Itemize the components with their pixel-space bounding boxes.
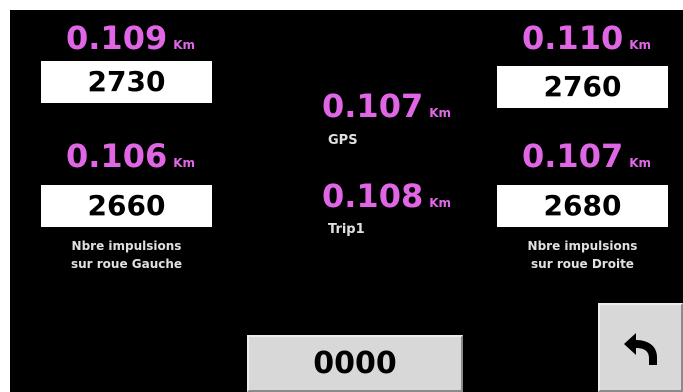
left-bottom-distance: 0.106 Km: [66, 140, 195, 172]
left-bottom-count-field[interactable]: 2660: [41, 185, 212, 227]
left-caption-line1: Nbre impulsions: [71, 239, 182, 253]
left-caption-line2: sur roue Gauche: [70, 257, 183, 271]
gps-distance-unit: Km: [429, 106, 452, 120]
left-bottom-distance-value: 0.106: [66, 137, 168, 175]
screen: 0.109 Km 2730 0.106 Km 2660 Nbre impulsion…: [0, 0, 683, 392]
back-arrow-icon: [622, 331, 662, 367]
right-caption-line1: Nbre impulsions: [527, 239, 638, 253]
trip-distance-value: 0.108: [322, 177, 424, 215]
trip-distance: 0.108 Km: [322, 180, 451, 212]
back-button[interactable]: [598, 303, 683, 392]
left-caption: Nbre impulsions sur roue Gauche: [41, 237, 212, 273]
gps-distance: 0.107 Km: [322, 90, 451, 122]
counter-reset-button[interactable]: 0000: [247, 335, 463, 392]
left-top-distance-value: 0.109: [66, 19, 168, 57]
right-top-distance: 0.110 Km: [522, 22, 651, 54]
left-bottom-distance-unit: Km: [173, 156, 196, 170]
gps-distance-value: 0.107: [322, 87, 424, 125]
right-top-distance-unit: Km: [629, 38, 652, 52]
right-bottom-distance-value: 0.107: [522, 137, 624, 175]
right-bottom-distance-unit: Km: [629, 156, 652, 170]
left-top-count-field[interactable]: 2730: [41, 61, 212, 103]
right-bottom-count-field[interactable]: 2680: [497, 185, 668, 227]
right-caption-line2: sur roue Droite: [531, 257, 634, 271]
right-bottom-distance: 0.107 Km: [522, 140, 651, 172]
gps-label: GPS: [328, 133, 358, 148]
right-top-distance-value: 0.110: [522, 19, 624, 57]
right-top-count-field[interactable]: 2760: [497, 66, 668, 108]
trip-distance-unit: Km: [429, 196, 452, 210]
left-top-distance: 0.109 Km: [66, 22, 195, 54]
trip-label: Trip1: [328, 222, 365, 237]
left-top-distance-unit: Km: [173, 38, 196, 52]
display-panel: 0.109 Km 2730 0.106 Km 2660 Nbre impulsion…: [10, 10, 683, 392]
right-caption: Nbre impulsions sur roue Droite: [497, 237, 668, 273]
